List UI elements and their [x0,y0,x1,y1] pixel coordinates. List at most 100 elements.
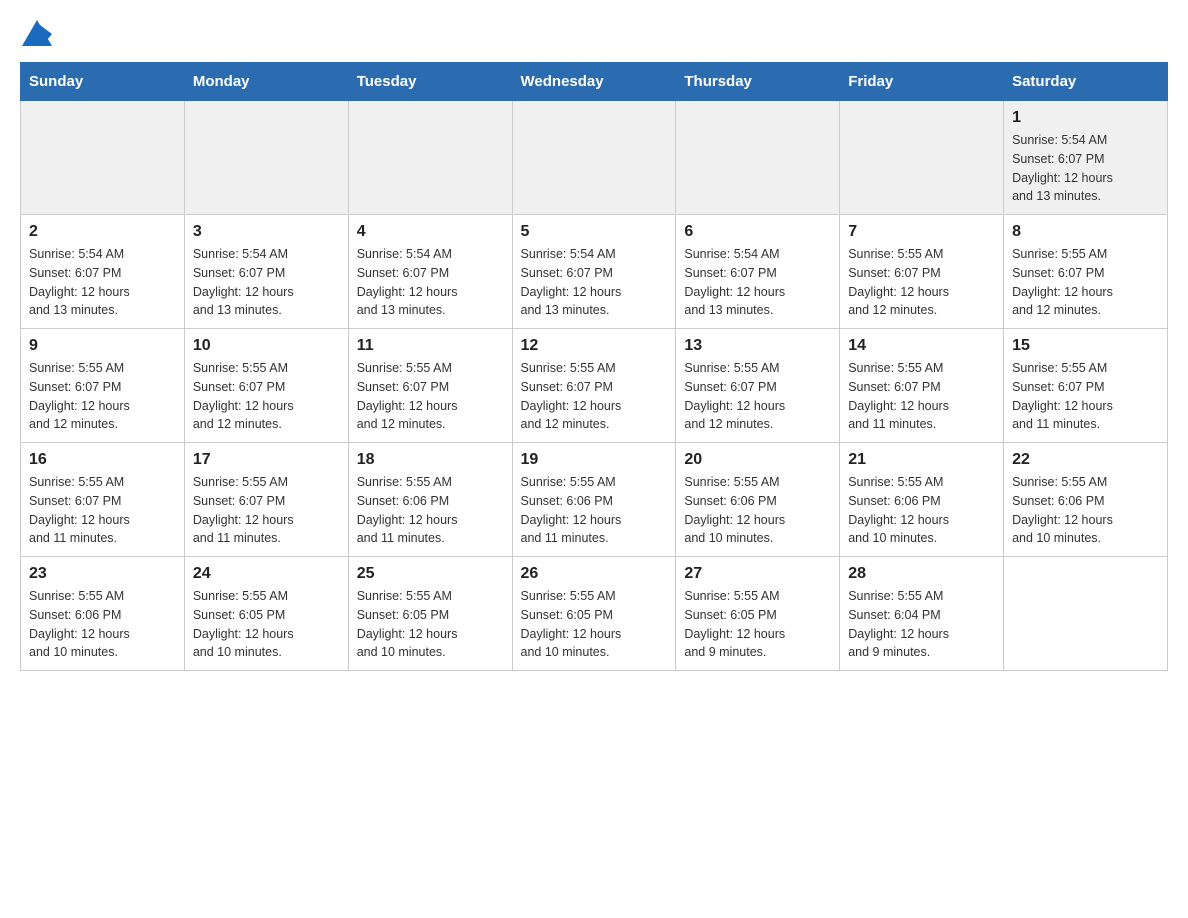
calendar-cell: 1 Sunrise: 5:54 AM Sunset: 6:07 PM Daylig… [1004,101,1168,215]
day-info: Sunrise: 5:55 AM Sunset: 6:07 PM Dayligh… [521,359,668,434]
calendar-header-sunday: Sunday [21,63,185,101]
day-number: 12 [521,337,668,355]
day-info: Sunrise: 5:54 AM Sunset: 6:07 PM Dayligh… [193,245,340,320]
day-number: 2 [29,223,176,241]
calendar-cell: 14Sunrise: 5:55 AM Sunset: 6:07 PM Dayli… [840,329,1004,443]
calendar-cell: 11 Sunrise: 5:55 AM Sunset: 6:07 PM Dayli… [348,329,512,443]
day-number: 25 [357,565,504,583]
day-info: Sunrise: 5:55 AM Sunset: 6:07 PM Dayligh… [29,473,176,548]
calendar-cell: 22 Sunrise: 5:55 AM Sunset: 6:06 PM Dayli… [1004,443,1168,557]
header [20,20,1168,52]
calendar-cell: 9 Sunrise: 5:55 AM Sunset: 6:07 PM Daylig… [21,329,185,443]
calendar-cell [512,101,676,215]
calendar-header-monday: Monday [184,63,348,101]
day-number: 21 [848,451,995,469]
day-info: Sunrise: 5:55 AM Sunset: 6:05 PM Dayligh… [521,587,668,662]
day-number: 28 [848,565,995,583]
calendar-cell: 18 Sunrise: 5:55 AM Sunset: 6:06 PM Dayli… [348,443,512,557]
day-number: 11 [357,337,504,355]
calendar-cell: 17 Sunrise: 5:55 AM Sunset: 6:07 PM Dayli… [184,443,348,557]
calendar-table: SundayMondayTuesdayWednesdayThursdayFrid… [20,62,1168,671]
day-info: Sunrise: 5:54 AM Sunset: 6:07 PM Dayligh… [357,245,504,320]
day-number: 5 [521,223,668,241]
calendar-header-friday: Friday [840,63,1004,101]
calendar-cell: 19 Sunrise: 5:55 AM Sunset: 6:06 PM Dayli… [512,443,676,557]
day-info: Sunrise: 5:55 AM Sunset: 6:07 PM Dayligh… [1012,359,1159,434]
day-info: Sunrise: 5:55 AM Sunset: 6:07 PM Dayligh… [193,473,340,548]
day-number: 14 [848,337,995,355]
day-number: 9 [29,337,176,355]
calendar-cell: 27 Sunrise: 5:55 AM Sunset: 6:05 PM Dayli… [676,557,840,671]
calendar-cell: 5Sunrise: 5:54 AM Sunset: 6:07 PM Daylig… [512,215,676,329]
day-number: 1 [1012,109,1159,127]
logo-icon [22,20,52,46]
day-number: 4 [357,223,504,241]
calendar-cell: 3Sunrise: 5:54 AM Sunset: 6:07 PM Daylig… [184,215,348,329]
day-info: Sunrise: 5:54 AM Sunset: 6:07 PM Dayligh… [684,245,831,320]
day-info: Sunrise: 5:54 AM Sunset: 6:07 PM Dayligh… [29,245,176,320]
calendar-cell: 23Sunrise: 5:55 AM Sunset: 6:06 PM Dayli… [21,557,185,671]
day-info: Sunrise: 5:55 AM Sunset: 6:07 PM Dayligh… [848,245,995,320]
calendar-cell: 21 Sunrise: 5:55 AM Sunset: 6:06 PM Dayli… [840,443,1004,557]
calendar-cell: 26 Sunrise: 5:55 AM Sunset: 6:05 PM Dayli… [512,557,676,671]
calendar-header-wednesday: Wednesday [512,63,676,101]
calendar-cell: 25 Sunrise: 5:55 AM Sunset: 6:05 PM Dayli… [348,557,512,671]
calendar-cell [184,101,348,215]
calendar-cell: 10Sunrise: 5:55 AM Sunset: 6:07 PM Dayli… [184,329,348,443]
day-number: 20 [684,451,831,469]
calendar-header-saturday: Saturday [1004,63,1168,101]
day-number: 22 [1012,451,1159,469]
calendar-header-thursday: Thursday [676,63,840,101]
day-info: Sunrise: 5:55 AM Sunset: 6:07 PM Dayligh… [29,359,176,434]
logo [20,20,54,52]
calendar-cell: 28 Sunrise: 5:55 AM Sunset: 6:04 PM Dayli… [840,557,1004,671]
calendar-cell: 20 Sunrise: 5:55 AM Sunset: 6:06 PM Dayli… [676,443,840,557]
day-info: Sunrise: 5:55 AM Sunset: 6:06 PM Dayligh… [357,473,504,548]
day-info: Sunrise: 5:55 AM Sunset: 6:05 PM Dayligh… [193,587,340,662]
calendar-cell: 24 Sunrise: 5:55 AM Sunset: 6:05 PM Dayli… [184,557,348,671]
calendar-cell: 13Sunrise: 5:55 AM Sunset: 6:07 PM Dayli… [676,329,840,443]
day-number: 13 [684,337,831,355]
day-number: 6 [684,223,831,241]
calendar-cell [21,101,185,215]
day-info: Sunrise: 5:54 AM Sunset: 6:07 PM Dayligh… [1012,131,1159,206]
calendar-cell: 8Sunrise: 5:55 AM Sunset: 6:07 PM Daylig… [1004,215,1168,329]
day-info: Sunrise: 5:55 AM Sunset: 6:04 PM Dayligh… [848,587,995,662]
calendar-week-row: 16 Sunrise: 5:55 AM Sunset: 6:07 PM Dayli… [21,443,1168,557]
calendar-week-row: 2 Sunrise: 5:54 AM Sunset: 6:07 PM Daylig… [21,215,1168,329]
calendar-cell: 7 Sunrise: 5:55 AM Sunset: 6:07 PM Daylig… [840,215,1004,329]
day-number: 7 [848,223,995,241]
day-info: Sunrise: 5:55 AM Sunset: 6:06 PM Dayligh… [848,473,995,548]
day-info: Sunrise: 5:55 AM Sunset: 6:06 PM Dayligh… [521,473,668,548]
calendar-cell: 6 Sunrise: 5:54 AM Sunset: 6:07 PM Daylig… [676,215,840,329]
day-number: 16 [29,451,176,469]
day-info: Sunrise: 5:55 AM Sunset: 6:07 PM Dayligh… [357,359,504,434]
day-info: Sunrise: 5:55 AM Sunset: 6:05 PM Dayligh… [684,587,831,662]
day-number: 17 [193,451,340,469]
calendar-cell [676,101,840,215]
calendar-cell [1004,557,1168,671]
calendar-cell: 16 Sunrise: 5:55 AM Sunset: 6:07 PM Dayli… [21,443,185,557]
day-number: 15 [1012,337,1159,355]
calendar-cell [348,101,512,215]
calendar-header-row: SundayMondayTuesdayWednesdayThursdayFrid… [21,63,1168,101]
day-number: 18 [357,451,504,469]
day-number: 19 [521,451,668,469]
calendar-week-row: 1 Sunrise: 5:54 AM Sunset: 6:07 PM Daylig… [21,101,1168,215]
calendar-week-row: 23Sunrise: 5:55 AM Sunset: 6:06 PM Dayli… [21,557,1168,671]
day-number: 26 [521,565,668,583]
day-number: 23 [29,565,176,583]
calendar-week-row: 9 Sunrise: 5:55 AM Sunset: 6:07 PM Daylig… [21,329,1168,443]
day-number: 8 [1012,223,1159,241]
day-number: 27 [684,565,831,583]
calendar-cell [840,101,1004,215]
calendar-cell: 4 Sunrise: 5:54 AM Sunset: 6:07 PM Daylig… [348,215,512,329]
day-number: 24 [193,565,340,583]
calendar-cell: 2 Sunrise: 5:54 AM Sunset: 6:07 PM Daylig… [21,215,185,329]
calendar-header-tuesday: Tuesday [348,63,512,101]
calendar-cell: 12 Sunrise: 5:55 AM Sunset: 6:07 PM Dayli… [512,329,676,443]
day-info: Sunrise: 5:55 AM Sunset: 6:05 PM Dayligh… [357,587,504,662]
day-info: Sunrise: 5:55 AM Sunset: 6:06 PM Dayligh… [684,473,831,548]
day-info: Sunrise: 5:55 AM Sunset: 6:06 PM Dayligh… [1012,473,1159,548]
day-info: Sunrise: 5:55 AM Sunset: 6:07 PM Dayligh… [193,359,340,434]
